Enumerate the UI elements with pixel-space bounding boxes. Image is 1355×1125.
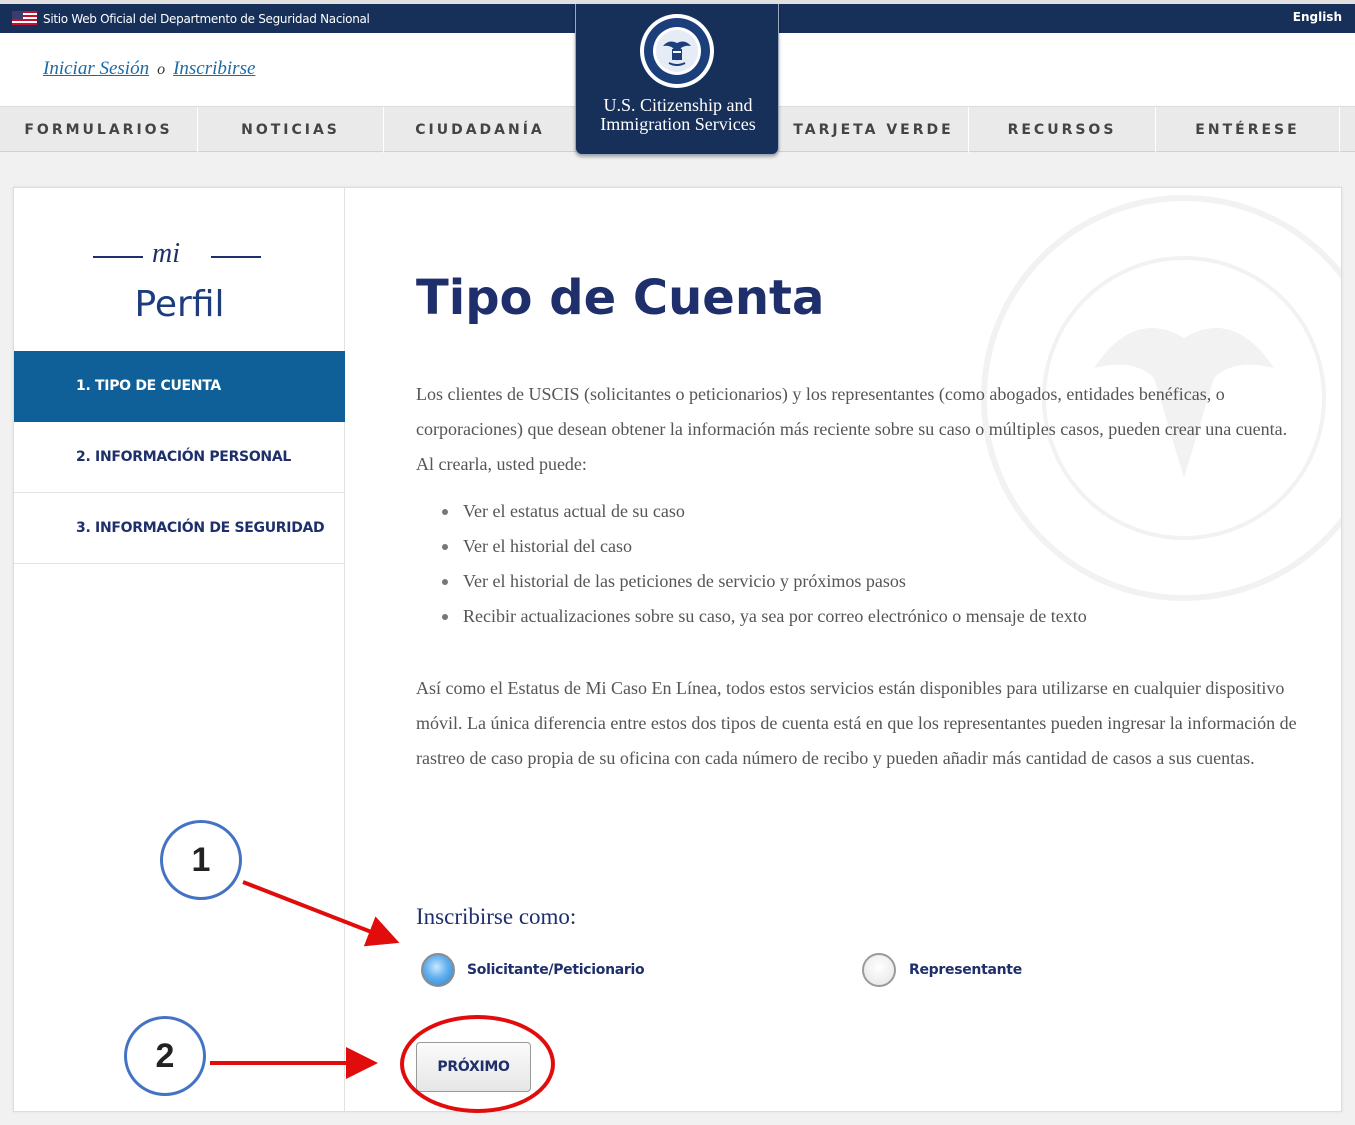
- list-item: Ver el estatus actual de su caso: [442, 494, 1087, 529]
- radio-representante[interactable]: [862, 953, 896, 987]
- nav-item-tarjeta-verde[interactable]: TARJETA VERDE: [779, 107, 969, 153]
- step-informacion-seguridad[interactable]: 3. INFORMACIÓN DE SEGURIDAD: [14, 493, 345, 564]
- english-link[interactable]: English: [1293, 10, 1342, 24]
- step-informacion-personal[interactable]: 2. INFORMACIÓN PERSONAL: [14, 422, 345, 493]
- login-link[interactable]: Iniciar Sesión: [43, 58, 149, 79]
- page-title: Tipo de Cuenta: [416, 270, 825, 326]
- nav-item-ciudadania[interactable]: CIUDADANÍA: [384, 107, 576, 153]
- radio-solicitante-label[interactable]: Solicitante/Peticionario: [467, 962, 645, 978]
- logo-line1: U.S. Citizenship and: [603, 95, 753, 115]
- or-text: o: [157, 61, 166, 78]
- radio-representante-label[interactable]: Representante: [909, 962, 1022, 978]
- list-item: Ver el historial del caso: [442, 529, 1087, 564]
- uscis-logo[interactable]: U.S. Citizenship and Immigration Service…: [575, 4, 779, 155]
- brand-perfil: Perfil: [134, 284, 225, 325]
- nav-item-recursos[interactable]: RECURSOS: [969, 107, 1156, 153]
- brand-mi: mi: [152, 238, 180, 269]
- benefits-list: Ver el estatus actual de su caso Ver el …: [442, 494, 1087, 634]
- outro-paragraph: Así como el Estatus de Mi Caso En Línea,…: [416, 678, 1297, 768]
- dhs-seal-icon: [640, 14, 714, 88]
- nav-item-noticias[interactable]: NOTICIAS: [198, 107, 384, 153]
- list-item: Ver el historial de las peticiones de se…: [442, 564, 1087, 599]
- annotation-step-2: 2: [124, 1016, 206, 1096]
- signup-link[interactable]: Inscribirse: [173, 58, 255, 79]
- enroll-as-label: Inscribirse como:: [416, 904, 577, 929]
- logo-line2: Immigration Services: [600, 114, 756, 134]
- annotation-step-1: 1: [160, 820, 242, 900]
- highlight-ring: [400, 1015, 555, 1113]
- sidebar: mi Perfil 1. TIPO DE CUENTA 2. INFORMACI…: [14, 188, 345, 1111]
- radio-solicitante[interactable]: [421, 953, 455, 987]
- list-item: Recibir actualizaciones sobre su caso, y…: [442, 599, 1087, 634]
- account-panel: mi Perfil 1. TIPO DE CUENTA 2. INFORMACI…: [13, 187, 1342, 1112]
- intro-paragraph: Los clientes de USCIS (solicitantes o pe…: [416, 384, 1288, 474]
- step-tipo-de-cuenta[interactable]: 1. TIPO DE CUENTA: [14, 351, 345, 422]
- us-flag-icon: [12, 11, 37, 25]
- nav-item-formularios[interactable]: FORMULARIOS: [0, 107, 198, 153]
- gov-banner-text: Sitio Web Oficial del Departmento de Seg…: [43, 12, 370, 26]
- nav-item-enterese[interactable]: ENTÉRESE: [1156, 107, 1340, 153]
